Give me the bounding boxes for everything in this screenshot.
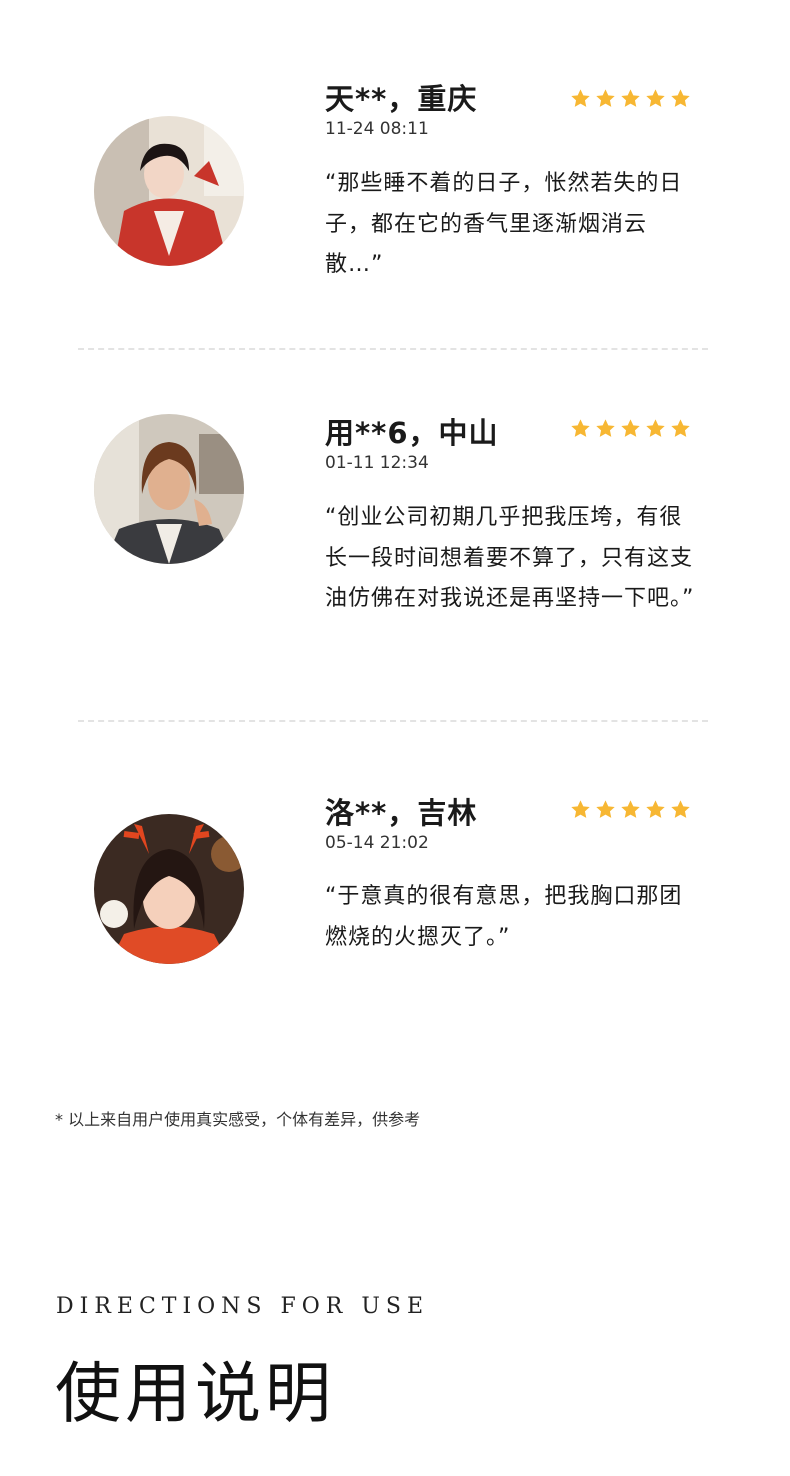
rating-stars [570, 88, 691, 109]
divider [78, 720, 708, 722]
reviewer-name: 天**，重庆 [325, 82, 478, 116]
reviewer-name: 用**6，中山 [325, 416, 499, 450]
star-icon [621, 89, 640, 107]
divider [78, 348, 708, 350]
rating-stars [570, 799, 691, 820]
star-icon [621, 419, 640, 437]
reviewer-name: 洛**，吉林 [325, 796, 478, 830]
star-icon [646, 800, 665, 818]
star-icon [621, 800, 640, 818]
star-icon [671, 419, 690, 437]
star-icon [596, 89, 615, 107]
avatar [94, 116, 244, 266]
section-title-cn: 使用说明 [55, 1355, 335, 1432]
star-icon [671, 89, 690, 107]
review-quote: “那些睡不着的日子，怅然若失的日子，都在它的香气里逐渐烟消云散…” [325, 171, 683, 277]
review-time: 01-11 12:34 [325, 453, 429, 473]
star-icon [671, 800, 690, 818]
review-time: 11-24 08:11 [325, 119, 429, 139]
star-icon [571, 800, 590, 818]
star-icon [646, 419, 665, 437]
star-icon [596, 800, 615, 818]
review-quote: “于意真的很有意思，把我胸口那团燃烧的火摁灭了。” [325, 884, 683, 950]
avatar [94, 814, 244, 964]
star-icon [646, 89, 665, 107]
star-icon [571, 89, 590, 107]
star-icon [596, 419, 615, 437]
avatar [94, 414, 244, 564]
star-icon [571, 419, 590, 437]
section-title-en: DIRECTIONS FOR USE [56, 1294, 430, 1319]
rating-stars [570, 418, 691, 439]
review-quote: “创业公司初期几乎把我压垮，有很长一段时间想着要不算了，只有这支油仿佛在对我说还… [325, 505, 695, 611]
review-time: 05-14 21:02 [325, 833, 429, 853]
disclaimer-footnote: * 以上来自用户使用真实感受，个体有差异，供参考 [55, 1110, 421, 1129]
